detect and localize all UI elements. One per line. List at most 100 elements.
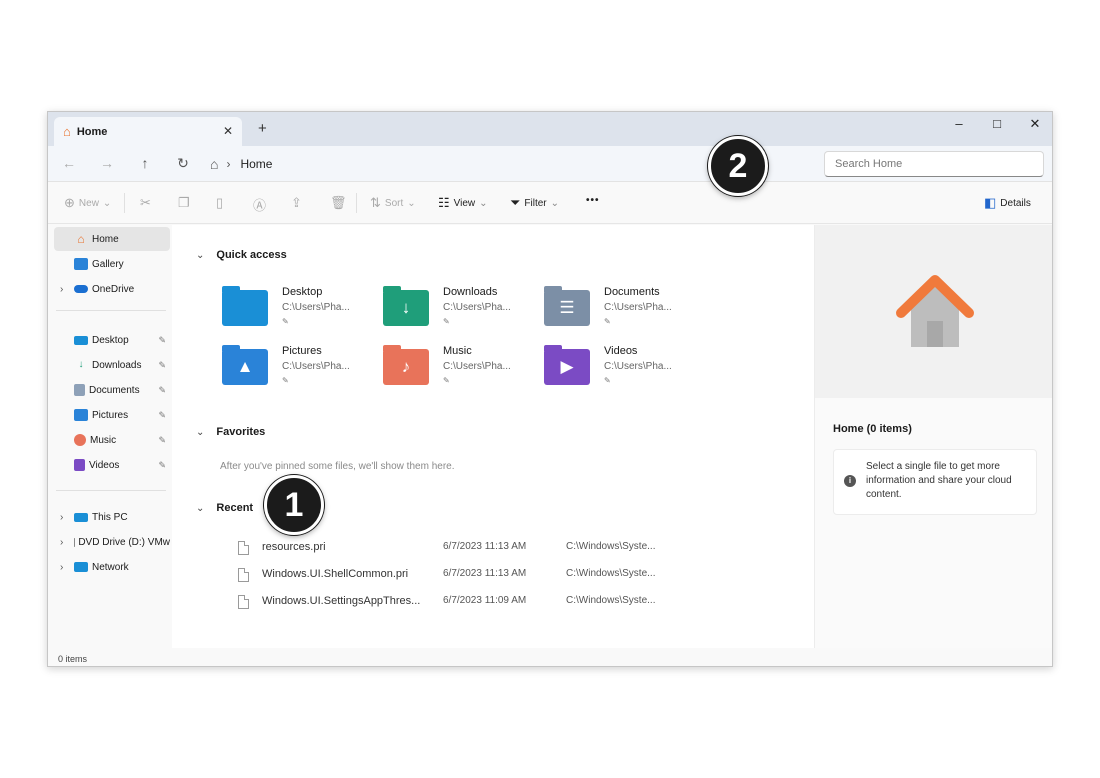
- folder-path: C:\Users\Pha...: [443, 302, 511, 313]
- pin-icon[interactable]: ✎: [158, 435, 166, 446]
- sidebar-item-home[interactable]: ⌂ Home: [54, 227, 170, 251]
- folder-name: Desktop: [282, 286, 323, 298]
- quick-access-documents[interactable]: ☰ Documents C:\Users\Pha... ✎: [544, 286, 694, 334]
- tab-close-icon[interactable]: ✕: [223, 124, 233, 138]
- chevron-right-icon[interactable]: ›: [60, 562, 63, 573]
- details-pane: Home (0 items) i Select a single file to…: [814, 225, 1052, 648]
- copy-button[interactable]: ❐: [178, 195, 190, 211]
- sidebar-item-gallery[interactable]: Gallery: [54, 252, 170, 276]
- status-bar: 0 items: [48, 648, 1052, 666]
- sidebar-item-label: Documents: [89, 384, 140, 396]
- quick-access-header[interactable]: ⌄ Quick access: [196, 249, 287, 261]
- file-icon: [238, 595, 249, 609]
- favorites-empty-message: After you've pinned some files, we'll sh…: [220, 461, 455, 472]
- folder-name: Documents: [604, 286, 660, 298]
- details-pane-icon: ◧: [984, 195, 997, 210]
- chevron-right-icon[interactable]: ›: [60, 537, 63, 548]
- home-icon: ⌂: [77, 232, 85, 246]
- sidebar-item-label: Music: [90, 434, 117, 446]
- sidebar-item-network[interactable]: › Network: [54, 555, 170, 579]
- videos-icon: [74, 459, 85, 471]
- quick-access-desktop[interactable]: Desktop C:\Users\Pha... ✎: [222, 286, 372, 334]
- quick-access-pictures[interactable]: ▲ Pictures C:\Users\Pha... ✎: [222, 345, 372, 393]
- cut-button[interactable]: ✂: [140, 195, 151, 211]
- pin-icon: ✎: [443, 376, 450, 385]
- paste-icon: ▯: [216, 195, 224, 210]
- filter-button[interactable]: ⏷ Filter ⌄: [510, 195, 559, 211]
- sidebar-item-pictures[interactable]: Pictures ✎: [54, 403, 170, 427]
- refresh-button[interactable]: ↻: [174, 155, 192, 172]
- search-input[interactable]: Search Home: [824, 151, 1044, 177]
- breadcrumb[interactable]: Home: [240, 157, 272, 171]
- share-icon: ⇪: [291, 195, 302, 210]
- maximize-button[interactable]: □: [982, 116, 1012, 131]
- sidebar-item-this-pc[interactable]: › This PC: [54, 505, 170, 529]
- quick-access-music[interactable]: ♪ Music C:\Users\Pha... ✎: [383, 345, 533, 393]
- sidebar-item-documents[interactable]: Documents ✎: [54, 378, 170, 402]
- sidebar-item-label: DVD Drive (D:) VMw: [78, 536, 170, 548]
- chevron-down-icon: ⌄: [196, 426, 205, 438]
- more-options-button[interactable]: •••: [586, 195, 600, 206]
- share-button[interactable]: ⇪: [291, 195, 302, 211]
- home-icon: ⌂: [210, 156, 219, 172]
- new-button[interactable]: ⊕ New ⌄: [64, 195, 111, 211]
- delete-button[interactable]: 🗑: [330, 195, 347, 211]
- navigation-bar: ← → ↑ ↻ ⌂ › Home Search Home: [48, 146, 1052, 182]
- recent-file-row[interactable]: Windows.UI.SettingsAppThres... 6/7/2023 …: [238, 593, 798, 615]
- divider: [356, 193, 357, 213]
- rename-button[interactable]: Ⓐ: [253, 195, 266, 214]
- quick-access-videos[interactable]: ▶ Videos C:\Users\Pha... ✎: [544, 345, 694, 393]
- pin-icon[interactable]: ✎: [158, 460, 166, 471]
- recent-file-row[interactable]: Windows.UI.ShellCommon.pri 6/7/2023 11:1…: [238, 566, 798, 588]
- minimize-button[interactable]: –: [944, 116, 974, 131]
- pin-icon[interactable]: ✎: [158, 385, 166, 396]
- sidebar-item-onedrive[interactable]: › OneDrive: [54, 277, 170, 301]
- pin-icon: ✎: [282, 317, 289, 326]
- details-button[interactable]: ◧ Details: [984, 195, 1031, 211]
- view-button[interactable]: ☷ View ⌄: [438, 195, 488, 211]
- paste-button[interactable]: ▯: [216, 195, 223, 211]
- up-button[interactable]: ↑: [136, 155, 154, 171]
- file-name: resources.pri: [262, 541, 326, 553]
- sidebar-item-downloads[interactable]: ↓ Downloads ✎: [54, 353, 170, 377]
- file-date: 6/7/2023 11:09 AM: [443, 595, 527, 606]
- favorites-header[interactable]: ⌄ Favorites: [196, 426, 265, 438]
- back-button[interactable]: ←: [60, 155, 78, 171]
- folder-path: C:\Users\Pha...: [282, 361, 350, 372]
- home-icon: [896, 275, 974, 347]
- info-icon: i: [844, 475, 856, 487]
- chevron-right-icon[interactable]: ›: [60, 512, 63, 523]
- sidebar-item-videos[interactable]: Videos ✎: [54, 453, 170, 477]
- desktop-folder-icon: [222, 286, 268, 326]
- file-date: 6/7/2023 11:13 AM: [443, 541, 527, 552]
- chevron-right-icon[interactable]: ›: [60, 284, 63, 295]
- filter-label: Filter: [524, 197, 547, 209]
- file-date: 6/7/2023 11:13 AM: [443, 568, 527, 579]
- tab-home[interactable]: ⌂ Home ✕: [54, 117, 242, 146]
- trash-icon: 🗑: [330, 195, 347, 210]
- sidebar-item-label: Home: [92, 233, 119, 245]
- sidebar-item-label: Downloads: [92, 359, 142, 371]
- close-button[interactable]: ✕: [1020, 116, 1050, 132]
- music-note-icon: ♪: [401, 357, 411, 376]
- sidebar-item-music[interactable]: Music ✎: [54, 428, 170, 452]
- sidebar-item-label: Desktop: [92, 334, 129, 346]
- file-name: Windows.UI.ShellCommon.pri: [262, 568, 409, 580]
- pin-icon[interactable]: ✎: [158, 410, 166, 421]
- new-tab-button[interactable]: +: [258, 120, 267, 137]
- tab-title: Home: [76, 125, 108, 138]
- downloads-icon: ↓: [78, 359, 84, 370]
- details-info-text: Select a single file to get more informa…: [866, 461, 1012, 500]
- sidebar-item-desktop[interactable]: Desktop ✎: [54, 328, 170, 352]
- recent-file-row[interactable]: resources.pri 6/7/2023 11:13 AM C:\Windo…: [238, 539, 798, 561]
- sidebar-item-dvd-drive[interactable]: › DVD Drive (D:) VMw: [54, 530, 170, 554]
- home-icon: ⌂: [63, 124, 71, 139]
- quick-access-downloads[interactable]: ↓ Downloads C:\Users\Pha... ✎: [383, 286, 533, 334]
- pin-icon[interactable]: ✎: [158, 335, 166, 346]
- forward-button[interactable]: →: [98, 155, 116, 171]
- pin-icon[interactable]: ✎: [158, 360, 166, 371]
- recent-header[interactable]: ⌄ Recent: [196, 502, 253, 514]
- folder-path: C:\Users\Pha...: [443, 361, 511, 372]
- mountain-icon: ▲: [236, 357, 254, 376]
- sort-button[interactable]: ⇅ Sort ⌄: [370, 195, 416, 211]
